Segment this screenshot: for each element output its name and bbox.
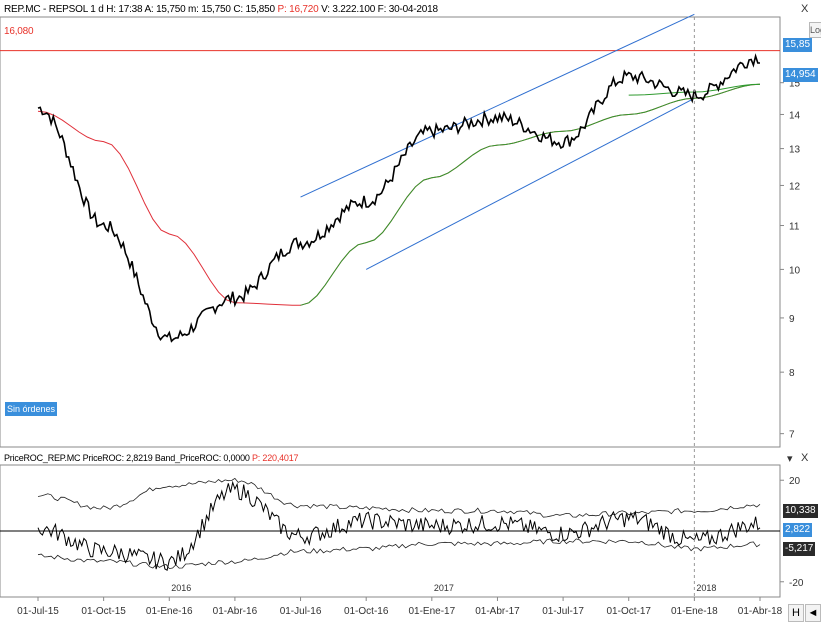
price-tick-label: 7 — [789, 430, 795, 441]
roc-upper-tag: 10,338 — [783, 504, 818, 518]
date-tick-label: 01-Abr-17 — [475, 606, 520, 617]
price-tick-label: 8 — [789, 368, 795, 379]
price-tick-label: 14 — [789, 110, 801, 121]
date-tick-label: 01-Ene-17 — [408, 606, 455, 617]
year-label: 2018 — [696, 583, 716, 593]
last-price-tag: 15,85 — [783, 38, 813, 52]
resistance-label: 16,080 — [4, 26, 34, 37]
price-tick-label: 10 — [789, 265, 801, 276]
f-label: F: 30-04-2018 — [377, 4, 438, 15]
date-tick-label: 01-Jul-16 — [280, 606, 322, 617]
orders-status-badge: Sin órdenes — [5, 402, 58, 416]
price-tick-label: 13 — [789, 145, 801, 156]
date-tick-label: 01-Oct-17 — [606, 606, 651, 617]
high-label: H: 17:38 — [106, 4, 143, 15]
date-tick-label: 01-Jul-15 — [17, 606, 59, 617]
roc-tick-label: 20 — [789, 476, 801, 487]
a-label: A: 15,750 — [144, 4, 186, 15]
date-tick-label: 01-Ene-18 — [671, 606, 718, 617]
close-price-panel-button[interactable]: X — [801, 3, 808, 15]
ma-tag: 14,954 — [783, 68, 818, 82]
price-header: REP.MC - REPSOL 1 d H: 17:38 A: 15,750 m… — [4, 4, 438, 15]
year-label: 2017 — [434, 583, 454, 593]
roc-p-label: P: 220,4017 — [252, 453, 299, 463]
close-roc-panel-button[interactable]: X — [801, 452, 808, 464]
price-panel-frame — [0, 16, 781, 448]
price-tick-label: 9 — [789, 314, 795, 325]
date-tick-label: 01-Jul-17 — [542, 606, 584, 617]
interval-label: 1 d — [90, 4, 104, 15]
band-value-label: Band_PriceROC: 0,0000 — [154, 453, 250, 463]
scroll-left-button[interactable]: ◄ — [805, 604, 821, 622]
chevron-down-icon[interactable]: ▾ — [787, 452, 793, 465]
h-button[interactable]: H — [788, 604, 804, 622]
date-tick-label: 01-Ene-16 — [146, 606, 193, 617]
date-tick-label: 01-Abr-16 — [213, 606, 258, 617]
p-label: P: 16,720 — [277, 4, 319, 15]
symbol-label: REP.MC - REPSOL — [4, 4, 88, 15]
year-label: 2016 — [171, 583, 191, 593]
roc-lower-tag: -5,217 — [783, 542, 816, 556]
c-label: C: 15,850 — [233, 4, 275, 15]
date-tick-label: 01-Oct-15 — [81, 606, 126, 617]
chart-canvas: 78910111213141520-2001-Jul-15 01-Oct-15 01… — [0, 13, 804, 617]
date-tick-label: 01-Abr-18 — [738, 606, 783, 617]
indicator-name: PriceROC_REP.MC — [4, 453, 81, 463]
roc-tick-label: -20 — [789, 578, 804, 589]
price-tick-label: 11 — [789, 222, 800, 233]
m-label: m: 15,750 — [188, 4, 231, 15]
price-tick-label: 12 — [789, 181, 801, 192]
roc-value-tag: 2,822 — [783, 523, 813, 537]
indicator-header: PriceROC_REP.MC PriceROC: 2,8219 Band_Pr… — [4, 453, 299, 463]
date-tick-label: 01-Oct-16 — [344, 606, 389, 617]
log-scale-button[interactable]: Log — [809, 22, 821, 38]
v-label: V: 3.222.100 — [321, 4, 376, 15]
roc-value-label: PriceROC: 2,8219 — [82, 453, 153, 463]
